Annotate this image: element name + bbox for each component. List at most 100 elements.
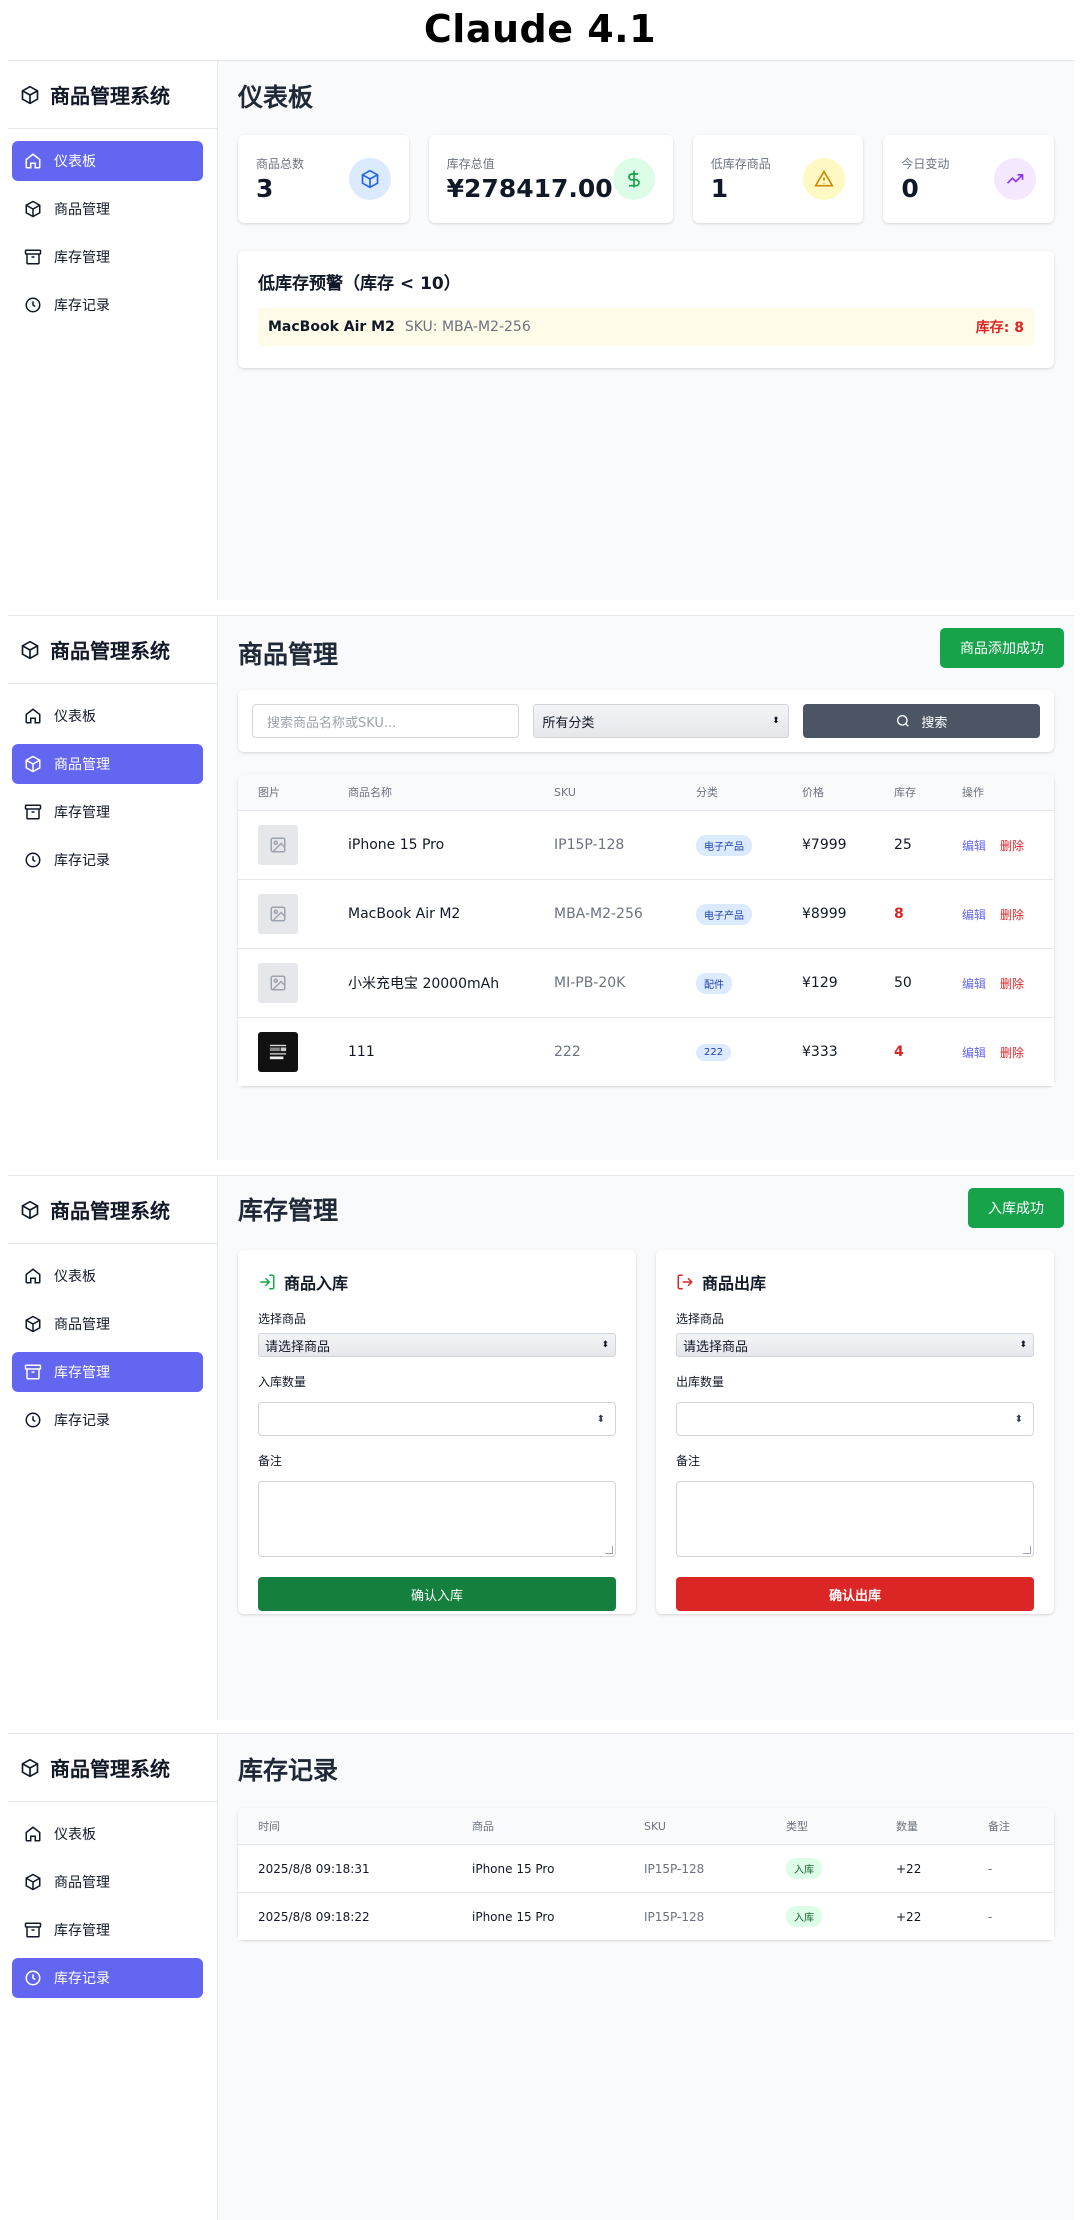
products-table: 图片 商品名称 SKU 分类 价格 库存 操作 iPhone 15 Pro IP1… (238, 774, 1054, 1086)
record-qty: +22 (896, 1861, 922, 1876)
delete-button[interactable]: 删除 (1000, 1046, 1024, 1060)
trend-up-icon (993, 158, 1036, 200)
stock-out-note-textarea[interactable] (676, 1481, 1034, 1557)
sidebar-item-inventory[interactable]: 库存管理 (12, 1910, 203, 1950)
clock-icon (25, 852, 41, 868)
cube-icon (348, 158, 391, 200)
sidebar: 商品管理系统 仪表板 商品管理 库存管理 库存记录 (8, 1734, 218, 2220)
login-icon (260, 1274, 275, 1290)
sidebar-item-label: 商品管理 (54, 1875, 110, 1891)
dollar-icon (612, 158, 655, 200)
home-icon (25, 1268, 41, 1284)
archive-icon (24, 1364, 42, 1380)
cube-icon (25, 755, 41, 773)
sidebar-item-label: 商品管理 (54, 1317, 110, 1333)
sidebar-item-inventory[interactable]: 库存管理 (12, 237, 203, 277)
stat-label: 商品总数 (256, 157, 305, 171)
sidebar-item-records[interactable]: 库存记录 (12, 840, 203, 880)
alert-item-stock: 库存: 8 (975, 320, 1024, 336)
sidebar-item-dashboard[interactable]: 仪表板 (12, 1814, 203, 1854)
type-badge: 入库 (786, 1906, 822, 1927)
stat-value: ¥278417.00 (446, 174, 613, 203)
search-button[interactable]: 搜索 (802, 704, 1040, 738)
stats-row: 商品总数 3 库存总值 ¥278417.00 低库存商品 1 今日变动 0 (238, 135, 1054, 223)
home-icon (25, 708, 41, 724)
edit-button[interactable]: 编辑 (962, 839, 986, 853)
delete-button[interactable]: 删除 (1000, 908, 1024, 922)
stock-out-card: 商品出库 选择商品 请选择商品 ⬍ 出库数量 ⬍ 备注 确认出库 (656, 1250, 1054, 1614)
home-icon (25, 1826, 41, 1842)
table-row: MacBook Air M2 MBA-M2-256 电子产品 ¥8999 8 编辑 删除 (238, 879, 1054, 948)
inventory-forms: 商品入库 选择商品 请选择商品 ⬍ 入库数量 ⬍ 备注 确认入库 商品出库 选择商… (238, 1250, 1054, 1614)
stock-out-qty-input[interactable]: ⬍ (676, 1402, 1034, 1436)
home-icon (25, 153, 41, 169)
clock-icon (25, 297, 41, 313)
stock-in-note-textarea[interactable] (258, 1481, 616, 1557)
table-row: 2025/8/8 09:18:31 iPhone 15 Pro IP15P-128 入… (238, 1844, 1054, 1892)
sidebar-item-inventory[interactable]: 库存管理 (12, 792, 203, 832)
sidebar-item-records[interactable]: 库存记录 (12, 1958, 203, 1998)
search-input[interactable]: 搜索商品名称或SKU... (252, 704, 520, 738)
cube-icon (21, 1758, 39, 1777)
field-label: 选择商品 (258, 1312, 307, 1326)
field-label: 备注 (258, 1454, 283, 1468)
field-label: 备注 (676, 1454, 701, 1468)
confirm-stock-in-button[interactable]: 确认入库 (258, 1577, 616, 1611)
stat-value: 0 (901, 174, 919, 203)
cube-icon (21, 1200, 39, 1219)
sidebar-item-records[interactable]: 库存记录 (12, 1400, 203, 1440)
stock-out-product-select[interactable]: 请选择商品 ⬍ (676, 1333, 1034, 1357)
product-sku: MI-PB-20K (554, 975, 626, 991)
col-header: 商品名称 (348, 786, 392, 799)
product-name: iPhone 15 Pro (348, 837, 445, 853)
sidebar-item-dashboard[interactable]: 仪表板 (12, 141, 203, 181)
sidebar-item-products[interactable]: 商品管理 (12, 1862, 203, 1902)
sidebar-item-products[interactable]: 商品管理 (12, 744, 203, 784)
sidebar-item-records[interactable]: 库存记录 (12, 285, 203, 325)
low-stock-alert-card: 低库存预警（库存 < 10） MacBook Air M2 SKU: MBA-M2… (238, 251, 1054, 368)
app-title: 商品管理系统 (50, 84, 170, 108)
sidebar-item-inventory[interactable]: 库存管理 (12, 1352, 203, 1392)
record-sku: IP15P-128 (644, 1861, 705, 1876)
image-placeholder-icon (258, 825, 298, 865)
image-placeholder-icon (258, 894, 298, 934)
stat-card-total-products: 商品总数 3 (238, 135, 409, 223)
sidebar-item-products[interactable]: 商品管理 (12, 189, 203, 229)
col-header: 图片 (258, 786, 280, 799)
record-qty: +22 (896, 1909, 922, 1924)
delete-button[interactable]: 删除 (1000, 839, 1024, 853)
product-price: ¥8999 (802, 906, 847, 922)
edit-button[interactable]: 编辑 (962, 1046, 986, 1060)
sidebar-item-label: 库存管理 (54, 805, 110, 821)
sidebar-item-label: 仪表板 (54, 154, 96, 170)
sidebar-item-label: 库存管理 (54, 1365, 110, 1381)
sidebar-item-dashboard[interactable]: 仪表板 (12, 696, 203, 736)
record-time: 2025/8/8 09:18:31 (258, 1861, 370, 1876)
edit-button[interactable]: 编辑 (962, 908, 986, 922)
archive-icon (24, 249, 42, 265)
filter-bar: 搜索商品名称或SKU... 所有分类 ⬍ 搜索 (238, 690, 1054, 752)
stat-card-low-stock: 低库存商品 1 (692, 135, 864, 223)
sidebar-nav: 仪表板商品管理库存管理库存记录 (8, 684, 217, 880)
stock-in-product-select[interactable]: 请选择商品 ⬍ (258, 1333, 616, 1357)
delete-button[interactable]: 删除 (1000, 977, 1024, 991)
select-arrows-icon: ⬍ (601, 1340, 609, 1350)
success-toast[interactable]: 商品添加成功 (940, 628, 1064, 668)
page-title: 商品管理 (238, 640, 339, 669)
edit-button[interactable]: 编辑 (962, 977, 986, 991)
select-value: 请选择商品 (265, 1339, 331, 1355)
sidebar-item-dashboard[interactable]: 仪表板 (12, 1256, 203, 1296)
banner: Claude 4.1 (0, 0, 1080, 58)
confirm-stock-out-button[interactable]: 确认出库 (676, 1577, 1034, 1611)
product-name: 111 (348, 1044, 375, 1060)
sidebar: 商品管理系统 仪表板 商品管理 库存管理 库存记录 (8, 616, 218, 1160)
search-icon (897, 715, 910, 727)
main-content: 商品管理 商品添加成功 搜索商品名称或SKU... 所有分类 ⬍ 搜索 图片 商品… (218, 616, 1074, 1160)
table-row: 小米充电宝 20000mAh MI-PB-20K 配件 ¥129 50 编辑 删除 (238, 948, 1054, 1017)
success-toast[interactable]: 入库成功 (968, 1188, 1064, 1228)
sidebar-item-products[interactable]: 商品管理 (12, 1304, 203, 1344)
screen-records: 商品管理系统 仪表板 商品管理 库存管理 库存记录 库存记录 时间 商品 SKU 类型 … (8, 1733, 1074, 2220)
stock-in-qty-input[interactable]: ⬍ (258, 1402, 616, 1436)
banner-title: Claude 4.1 (423, 7, 657, 51)
category-select[interactable]: 所有分类 ⬍ (533, 704, 789, 738)
